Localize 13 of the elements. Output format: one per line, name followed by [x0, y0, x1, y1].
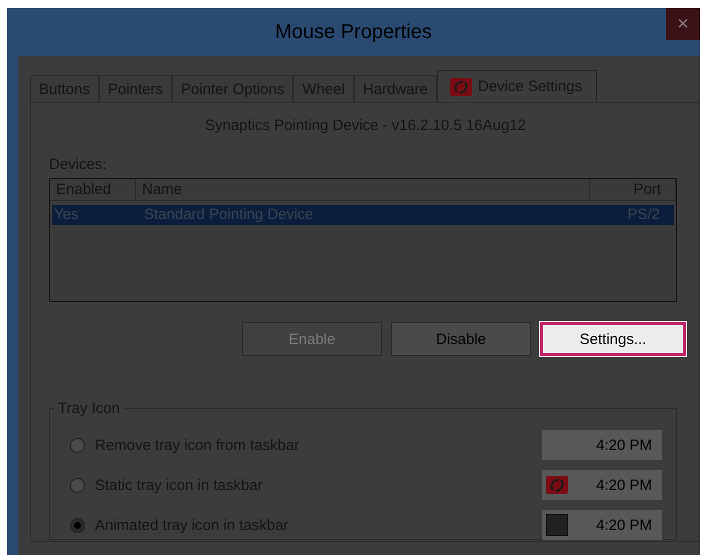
disable-button[interactable]: Disable — [391, 322, 531, 356]
settings-button[interactable]: Settings... — [540, 322, 686, 356]
radio-button[interactable] — [70, 478, 85, 492]
radio-button[interactable] — [70, 518, 85, 532]
close-button[interactable]: × — [666, 8, 700, 40]
blank-square-icon — [546, 514, 568, 536]
device-icon — [450, 78, 472, 96]
radio-button[interactable] — [70, 438, 85, 452]
clock-time: 4:20 PM — [596, 476, 652, 494]
device-icon — [546, 476, 568, 494]
clock-time: 4:20 PM — [596, 516, 652, 534]
clock-time: 4:20 PM — [596, 436, 652, 454]
window-title: Mouse Properties — [275, 20, 432, 44]
